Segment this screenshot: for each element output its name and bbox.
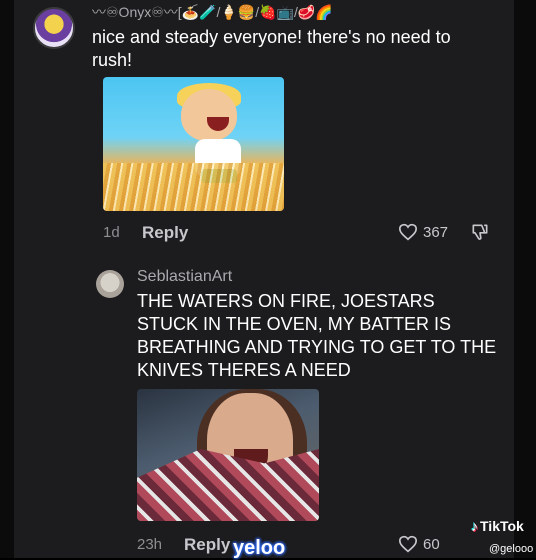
cartoon-head-shape [181, 89, 237, 141]
avatar[interactable] [96, 270, 124, 298]
heart-icon[interactable] [398, 535, 418, 558]
like-count: 60 [423, 536, 440, 553]
grass-field-shape [103, 163, 284, 211]
heart-icon[interactable] [398, 223, 418, 246]
comment-age: 1d [103, 224, 120, 241]
plaid-shirt-shape [137, 449, 319, 521]
like-count: 367 [423, 224, 449, 241]
dislike-icon[interactable] [470, 222, 490, 247]
tiktok-handle: @gelooo [489, 543, 534, 555]
screen: 〰♾Onyx♾〰[🍝🧪/🍦🍔/🍓📺/🥩🌈 nice and steady eve… [0, 0, 536, 559]
comment-text: nice and steady everyone! there's no nee… [92, 27, 451, 70]
comment-image[interactable] [137, 389, 319, 521]
reply-button[interactable]: Reply [184, 535, 230, 555]
avatar[interactable] [33, 7, 75, 49]
comment-age: 23h [137, 536, 163, 553]
tiktok-note-icon: ♪ [471, 518, 478, 534]
comment-image[interactable] [103, 77, 284, 211]
tiktok-watermark: ♪ TikTok [471, 518, 524, 534]
comment-username[interactable]: SeblastianArt [137, 268, 232, 286]
video-caption: yeloo [233, 537, 286, 559]
comment-username[interactable]: 〰♾Onyx♾〰[🍝🧪/🍦🍔/🍓📺/🥩🌈 [92, 2, 333, 22]
tiktok-brand: TikTok [480, 518, 524, 534]
comment-text: THE WATERS ON FIRE, JOESTARS STUCK IN TH… [137, 291, 497, 380]
reply-button[interactable]: Reply [142, 223, 188, 243]
